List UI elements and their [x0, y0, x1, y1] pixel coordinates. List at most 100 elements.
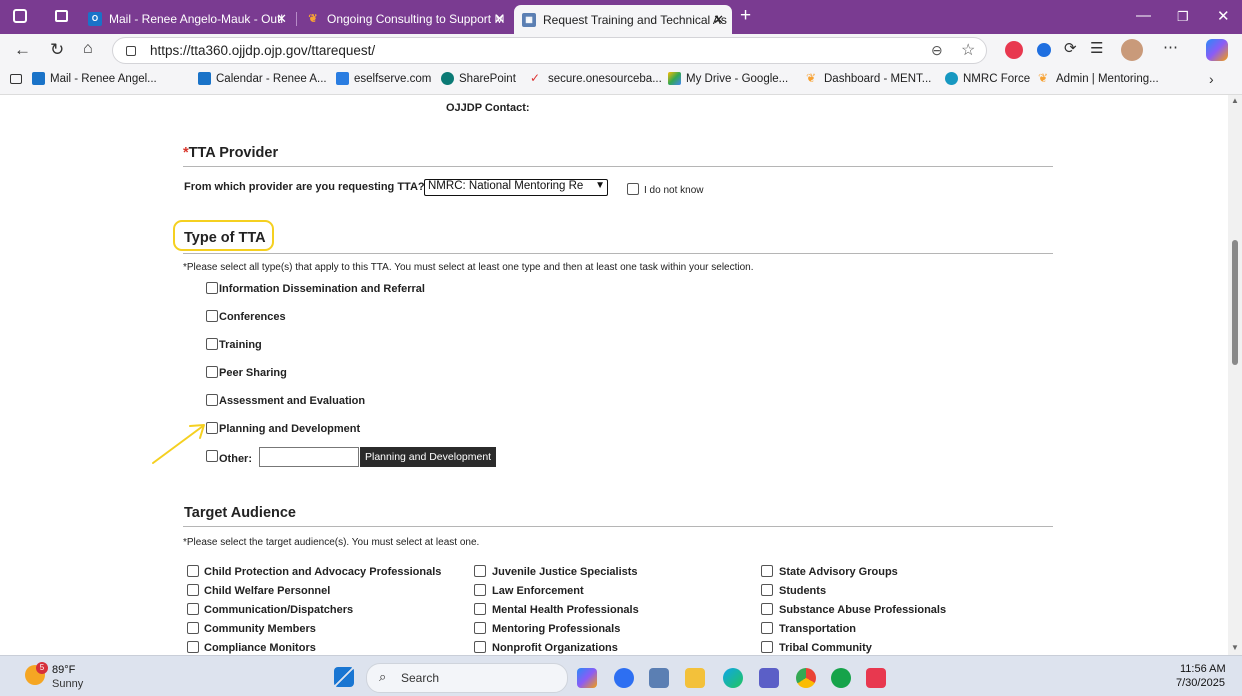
snipping-tool-icon[interactable]	[649, 668, 669, 688]
minimize-icon[interactable]: —	[1136, 7, 1151, 24]
bookmark-eselfserve[interactable]: eselfserve.com	[336, 72, 431, 85]
tta-type-checkbox[interactable]	[206, 310, 218, 322]
tab-consulting[interactable]: ❦ Ongoing Consulting to Support M ✕	[298, 5, 513, 32]
weather-desc: Sunny	[52, 678, 84, 690]
audience-checkbox[interactable]	[187, 641, 199, 653]
tab-mail[interactable]: O Mail - Renee Angelo-Mauk - Outl ✕	[80, 5, 295, 32]
bookmark-calendar[interactable]: Calendar - Renee A...	[198, 72, 327, 85]
chevron-down-icon: ▼	[593, 180, 605, 191]
audience-label: Mentoring Professionals	[492, 623, 621, 635]
audience-checkbox[interactable]	[761, 603, 773, 615]
audience-label: Community Members	[204, 623, 316, 635]
windows-start-icon[interactable]	[334, 667, 354, 687]
favorite-star-icon[interactable]: ☆	[961, 40, 975, 60]
audience-checkbox[interactable]	[761, 565, 773, 577]
tta-type-checkbox[interactable]	[206, 338, 218, 350]
audience-checkbox[interactable]	[187, 603, 199, 615]
copilot-icon[interactable]	[1206, 39, 1228, 61]
tab-request-training[interactable]: ▦ Request Training and Technical As ✕	[514, 5, 732, 34]
tab-label: Request Training and Technical As	[543, 12, 727, 27]
extension-red-icon[interactable]	[1005, 41, 1023, 59]
audience-checkbox[interactable]	[187, 622, 199, 634]
clock-time[interactable]: 11:56 AM	[1180, 663, 1226, 675]
weather-widget[interactable]: 5 89°F Sunny	[22, 662, 102, 692]
divider	[183, 253, 1053, 254]
windows-taskbar: 5 89°F Sunny ⌕ Search 11:56 AM 7/30/2025	[0, 655, 1242, 696]
lock-icon[interactable]	[126, 46, 136, 56]
scroll-up-icon[interactable]: ▲	[1231, 96, 1239, 105]
app-green-icon[interactable]	[831, 668, 851, 688]
audience-checkbox[interactable]	[474, 584, 486, 596]
audience-checkbox[interactable]	[187, 565, 199, 577]
calendar-icon	[198, 72, 211, 85]
close-tab-icon[interactable]: ✕	[494, 11, 505, 27]
clock-date[interactable]: 7/30/2025	[1176, 677, 1225, 689]
back-icon[interactable]: ←	[14, 40, 31, 60]
audience-label: Compliance Monitors	[204, 642, 316, 654]
chrome-icon[interactable]	[796, 668, 816, 688]
bookmark-admin-mentoring[interactable]: ❦ Admin | Mentoring...	[1038, 72, 1159, 85]
reader-icon[interactable]: ⊖	[931, 42, 943, 59]
file-explorer-icon[interactable]	[685, 668, 705, 688]
zoom-icon[interactable]	[614, 668, 634, 688]
audience-checkbox[interactable]	[474, 603, 486, 615]
mentor-logo-icon: ❦	[1038, 71, 1049, 85]
audience-checkbox[interactable]	[187, 584, 199, 596]
provider-select-value: NMRC: National Mentoring Re	[428, 180, 584, 192]
tta-type-label: Peer Sharing	[219, 367, 287, 379]
workspaces-icon[interactable]	[13, 9, 27, 23]
profile-avatar-icon[interactable]	[1121, 39, 1143, 61]
extension-blue-icon[interactable]	[1037, 43, 1051, 57]
tta-type-checkbox[interactable]	[206, 366, 218, 378]
edge-browser-icon[interactable]	[723, 668, 743, 688]
page-scrollbar[interactable]: ▲ ▼	[1228, 95, 1242, 655]
target-audience-title: Target Audience	[184, 505, 296, 521]
provider-select[interactable]: NMRC: National Mentoring Re ▼	[424, 179, 608, 196]
extensions-puzzle-icon[interactable]: ⟳	[1064, 39, 1077, 57]
salesforce-cloud-icon	[945, 72, 958, 85]
audience-checkbox[interactable]	[761, 641, 773, 653]
bookmark-mail[interactable]: Mail - Renee Angel...	[32, 72, 157, 85]
bookmark-onesource[interactable]: ✓ secure.onesourceba...	[530, 72, 662, 85]
new-tab-icon[interactable]: +	[740, 5, 751, 27]
close-tab-icon[interactable]: ✕	[713, 12, 724, 28]
tab-actions-icon[interactable]	[55, 10, 68, 22]
scroll-down-icon[interactable]: ▼	[1231, 643, 1239, 652]
audience-instruction: *Please select the target audience(s). Y…	[183, 537, 480, 548]
audience-checkbox[interactable]	[761, 622, 773, 634]
audience-checkbox[interactable]	[474, 622, 486, 634]
chevron-right-icon[interactable]: ›	[1209, 71, 1214, 87]
bookmark-drive[interactable]: My Drive - Google...	[668, 72, 788, 85]
more-menu-icon[interactable]: ⋯	[1163, 38, 1178, 56]
address-bar[interactable]: https://tta360.ojjdp.ojp.gov/ttarequest/…	[112, 37, 987, 64]
favorites-icon[interactable]: ☰	[1090, 39, 1103, 57]
audience-label: Communication/Dispatchers	[204, 604, 354, 616]
dont-know-checkbox[interactable]	[627, 183, 639, 195]
close-window-icon[interactable]: ✕	[1217, 7, 1230, 25]
taskbar-search[interactable]: ⌕ Search	[366, 663, 568, 693]
tab-search-icon[interactable]	[10, 74, 22, 84]
other-input[interactable]	[259, 447, 359, 467]
tta-type-label: Planning and Development	[219, 423, 361, 435]
tta-type-label: Training	[219, 339, 262, 351]
home-icon[interactable]: ⌂	[83, 40, 93, 58]
tta-type-checkbox[interactable]	[206, 282, 218, 294]
refresh-icon[interactable]: ↻	[50, 40, 64, 60]
app-red-icon[interactable]	[866, 668, 886, 688]
bookmark-dashboard[interactable]: ❦ Dashboard - MENT...	[806, 72, 931, 85]
teams-icon[interactable]	[759, 668, 779, 688]
url-text[interactable]: https://tta360.ojjdp.ojp.gov/ttarequest/	[150, 43, 375, 58]
bookmark-nmrc-force[interactable]: NMRC Force	[945, 72, 1030, 85]
audience-checkbox[interactable]	[474, 565, 486, 577]
restore-icon[interactable]: ❐	[1177, 9, 1189, 25]
scrollbar-thumb[interactable]	[1232, 240, 1238, 365]
audience-checkbox[interactable]	[761, 584, 773, 596]
close-tab-icon[interactable]: ✕	[276, 11, 287, 27]
audience-label: Tribal Community	[779, 642, 872, 654]
bookmark-sharepoint[interactable]: SharePoint	[441, 72, 516, 85]
tta-type-checkbox[interactable]	[206, 394, 218, 406]
dont-know-label: I do not know	[644, 185, 704, 196]
audience-checkbox[interactable]	[474, 641, 486, 653]
copilot-app-icon[interactable]	[577, 668, 597, 688]
audience-label: Child Protection and Advocacy Profession…	[204, 566, 442, 578]
